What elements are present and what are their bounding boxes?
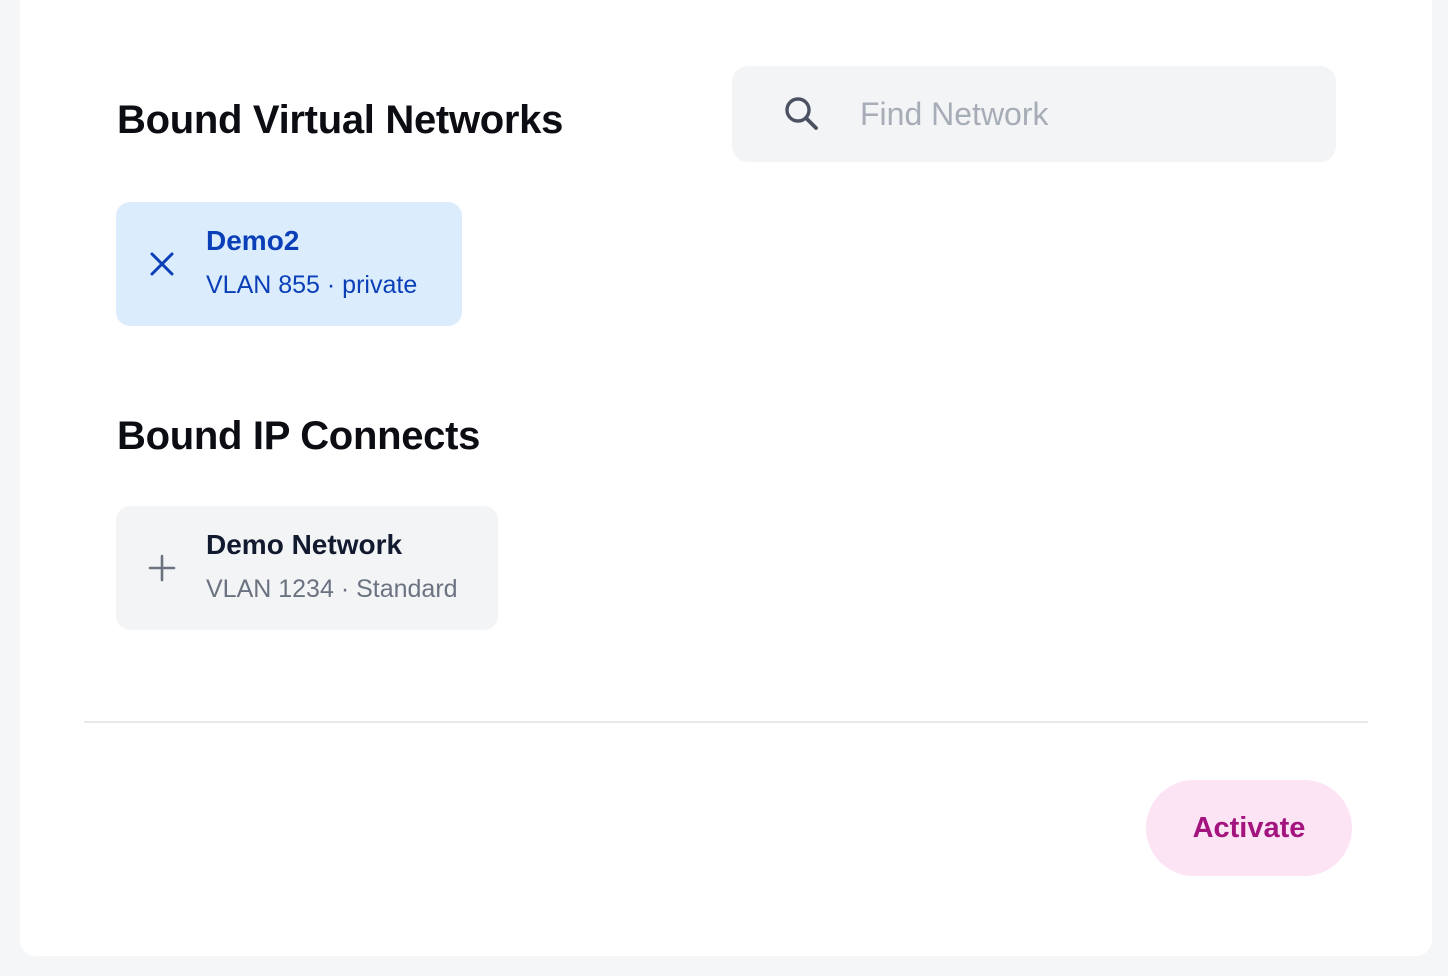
network-name: Demo Network	[206, 529, 403, 560]
plus-icon[interactable]	[146, 552, 178, 584]
close-icon[interactable]	[146, 248, 178, 280]
network-vlan-info: VLAN 855 · private	[206, 271, 418, 299]
find-network-search[interactable]	[732, 66, 1336, 162]
bound-ip-connects-heading: Bound IP Connects	[117, 414, 481, 458]
search-icon	[785, 97, 818, 130]
bound-network-chip-demo2[interactable]: Demo2 VLAN 855 · private	[116, 202, 462, 326]
network-name: Demo2	[206, 225, 300, 256]
network-vlan-info: VLAN 1234 · Standard	[206, 575, 458, 603]
ip-connect-chip-demo-network[interactable]: Demo Network VLAN 1234 · Standard	[116, 506, 498, 630]
footer-divider	[84, 721, 1368, 723]
bound-virtual-networks-heading: Bound Virtual Networks	[117, 98, 564, 142]
activate-button[interactable]: Activate	[1146, 780, 1352, 876]
find-network-input[interactable]	[860, 90, 1300, 138]
